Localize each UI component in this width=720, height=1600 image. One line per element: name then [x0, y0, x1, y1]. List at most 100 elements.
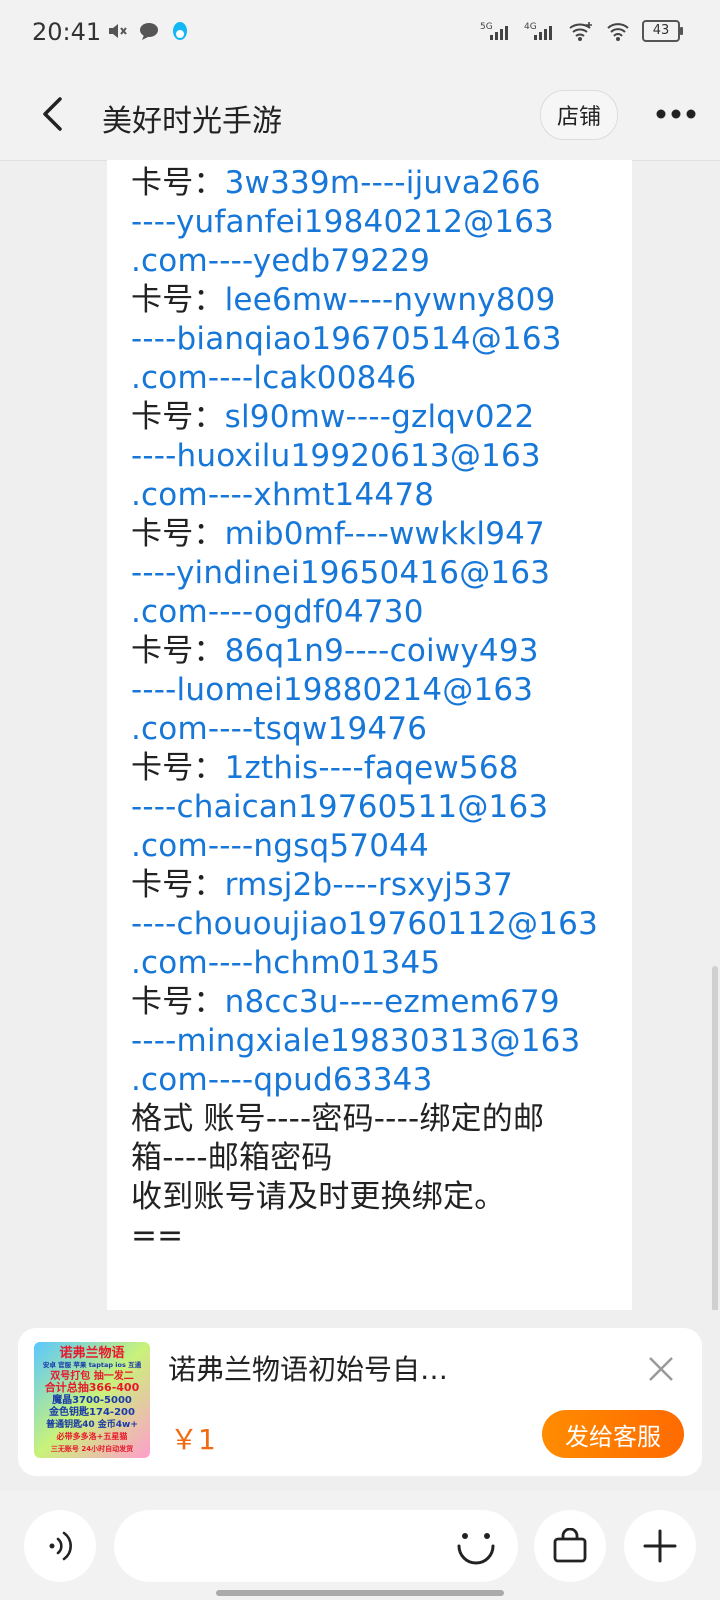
card-label: 卡号：	[131, 750, 225, 786]
product-title[interactable]: 诺弗兰物语初始号自…	[168, 1348, 608, 1388]
account-text-link[interactable]: .com----xhmt14478	[131, 477, 434, 513]
card-label: 卡号：	[131, 282, 225, 318]
account-line: 卡号：sl90mw----gzlqv022	[131, 398, 614, 437]
account-text-link[interactable]: 1zthis----faqew568	[225, 750, 519, 786]
more-button[interactable]	[652, 92, 700, 136]
status-time: 20:41	[32, 18, 102, 46]
thumb-text-line: 必带多多洛+五星猫	[56, 1431, 128, 1441]
account-line: .com----qpud63343	[131, 1061, 614, 1100]
back-arrow-icon	[43, 97, 62, 131]
wifi-calling-icon	[569, 22, 592, 41]
account-text-link[interactable]: .com----hchm01345	[131, 945, 440, 981]
message-bubble: xdbr55196 卡号：3w339m----ijuva266----yufan…	[107, 160, 632, 1310]
account-line: .com----tsqw19476	[131, 710, 614, 749]
account-text-link[interactable]: ----huoxilu19920613@163	[131, 438, 541, 474]
account-line: 卡号：3w339m----ijuva266	[131, 164, 614, 203]
account-line: ----bianqiao19670514@163	[131, 320, 614, 359]
plus-icon	[643, 1529, 677, 1563]
status-bar: 20:41 5G 4G 43	[0, 0, 720, 70]
plus-button[interactable]	[624, 1510, 696, 1582]
account-text-link[interactable]: ----mingxiale19830313@163	[131, 1023, 580, 1059]
account-text-link[interactable]: lee6mw----nywny809	[225, 282, 556, 318]
account-text-link[interactable]: .com----tsqw19476	[131, 711, 427, 747]
account-text-link[interactable]: .com----ngsq57044	[131, 828, 429, 864]
store-button[interactable]: 店铺	[540, 90, 618, 140]
account-line: 卡号：n8cc3u----ezmem679	[131, 983, 614, 1022]
thumb-text-line: 三无账号 24小时自动发货	[51, 1444, 133, 1453]
svg-text:5G: 5G	[480, 22, 493, 32]
account-text-link[interactable]: 86q1n9----coiwy493	[225, 633, 539, 669]
format-line-1: 格式 账号----密码----绑定的邮	[131, 1101, 545, 1137]
message-list[interactable]: xdbr55196 卡号：3w339m----ijuva266----yufan…	[0, 160, 720, 1310]
send-to-service-button[interactable]: 发给客服	[542, 1410, 684, 1458]
card-label: 卡号：	[131, 399, 225, 435]
account-line: 卡号：86q1n9----coiwy493	[131, 632, 614, 671]
page-title: 美好时光手游	[102, 104, 282, 139]
account-line: 卡号：rmsj2b----rsxyj537	[131, 866, 614, 905]
account-text-link[interactable]: .com----yedb79229	[131, 243, 430, 279]
account-text-link[interactable]: ----bianqiao19670514@163	[131, 321, 562, 357]
thumb-text-line: 诺弗兰物语	[59, 1345, 124, 1361]
account-text-link[interactable]: ----chououjiao19760112@163	[131, 906, 598, 942]
voice-button[interactable]	[24, 1510, 96, 1582]
account-line: 卡号：1zthis----faqew568	[131, 749, 614, 788]
account-text-link[interactable]: mib0mf----wwkkl947	[225, 516, 545, 552]
account-line: ----huoxilu19920613@163	[131, 437, 614, 476]
account-text-link[interactable]: ----chaican19760511@163	[131, 789, 548, 825]
account-text-link[interactable]: .com----lcak00846	[131, 360, 416, 396]
product-price: ￥1	[170, 1423, 216, 1456]
format-line-2: 箱----邮箱密码	[131, 1140, 333, 1176]
back-button[interactable]	[30, 92, 74, 136]
account-text-link[interactable]: .com----qpud63343	[131, 1062, 433, 1098]
end-mark: ==	[131, 1218, 184, 1254]
account-text-link[interactable]: .com----ogdf04730	[131, 594, 424, 630]
voice-icon	[49, 1531, 72, 1561]
emoji-icon[interactable]	[456, 1530, 496, 1566]
thumb-text-line: 魔晶3700-5000	[52, 1393, 132, 1406]
thumb-text-line: 安卓 官服 苹果 taptap ios 互通	[43, 1360, 142, 1369]
chat-header: 美好时光手游 店铺	[0, 70, 720, 161]
shopping-bag-icon	[553, 1528, 587, 1563]
account-text-link[interactable]: n8cc3u----ezmem679	[225, 984, 560, 1020]
scrollbar[interactable]	[712, 966, 718, 1310]
account-text-link[interactable]: rmsj2b----rsxyj537	[225, 867, 513, 903]
input-bar	[0, 1490, 720, 1600]
qq-penguin-icon	[173, 22, 187, 40]
signal-5g-icon: 5G	[480, 22, 508, 40]
card-label: 卡号：	[131, 984, 225, 1020]
more-dots-icon	[656, 109, 696, 119]
account-line: ----chaican19760511@163	[131, 788, 614, 827]
product-thumbnail[interactable]: 诺弗兰物语 安卓 官服 苹果 taptap ios 互通 双号打包 抽一发二 合计总抽…	[34, 1342, 150, 1458]
battery-icon: 43	[642, 20, 683, 42]
wifi-icon	[607, 23, 629, 41]
signal-4g-icon: 4G	[524, 22, 552, 40]
system-icons: 5G 4G 43	[480, 20, 683, 42]
close-icon[interactable]	[646, 1354, 676, 1384]
thumb-text-line: 合计总抽366-400	[45, 1380, 140, 1394]
account-line: .com----yedb79229	[131, 242, 614, 281]
mute-icon	[109, 24, 127, 38]
account-list: 卡号：3w339m----ijuva266 ----yufanfei1984021…	[131, 164, 614, 1100]
card-label: 卡号：	[131, 867, 225, 903]
shop-button[interactable]	[534, 1510, 606, 1582]
account-line: .com----hchm01345	[131, 944, 614, 983]
card-label: 卡号：	[131, 165, 225, 201]
account-line: ----yufanfei19840212@163	[131, 203, 614, 242]
card-label: 卡号：	[131, 516, 225, 552]
product-card[interactable]: 诺弗兰物语 安卓 官服 苹果 taptap ios 互通 双号打包 抽一发二 合计总抽…	[18, 1328, 702, 1476]
account-text-link[interactable]: sl90mw----gzlqv022	[225, 399, 535, 435]
account-line: .com----lcak00846	[131, 359, 614, 398]
account-line: 卡号：lee6mw----nywny809	[131, 281, 614, 320]
account-text-link[interactable]: ----yindinei19650416@163	[131, 555, 550, 591]
account-line: ----chououjiao19760112@163	[131, 905, 614, 944]
chat-bubble-icon	[140, 23, 158, 40]
account-text-link[interactable]: 3w339m----ijuva266	[225, 165, 541, 201]
account-text-link[interactable]: ----luomei19880214@163	[131, 672, 533, 708]
account-line: .com----xhmt14478	[131, 476, 614, 515]
account-line: ----luomei19880214@163	[131, 671, 614, 710]
svg-text:4G: 4G	[524, 22, 537, 32]
home-indicator[interactable]	[216, 1590, 504, 1596]
account-text-link[interactable]: ----yufanfei19840212@163	[131, 204, 554, 240]
account-line: ----mingxiale19830313@163	[131, 1022, 614, 1061]
account-line: .com----ngsq57044	[131, 827, 614, 866]
